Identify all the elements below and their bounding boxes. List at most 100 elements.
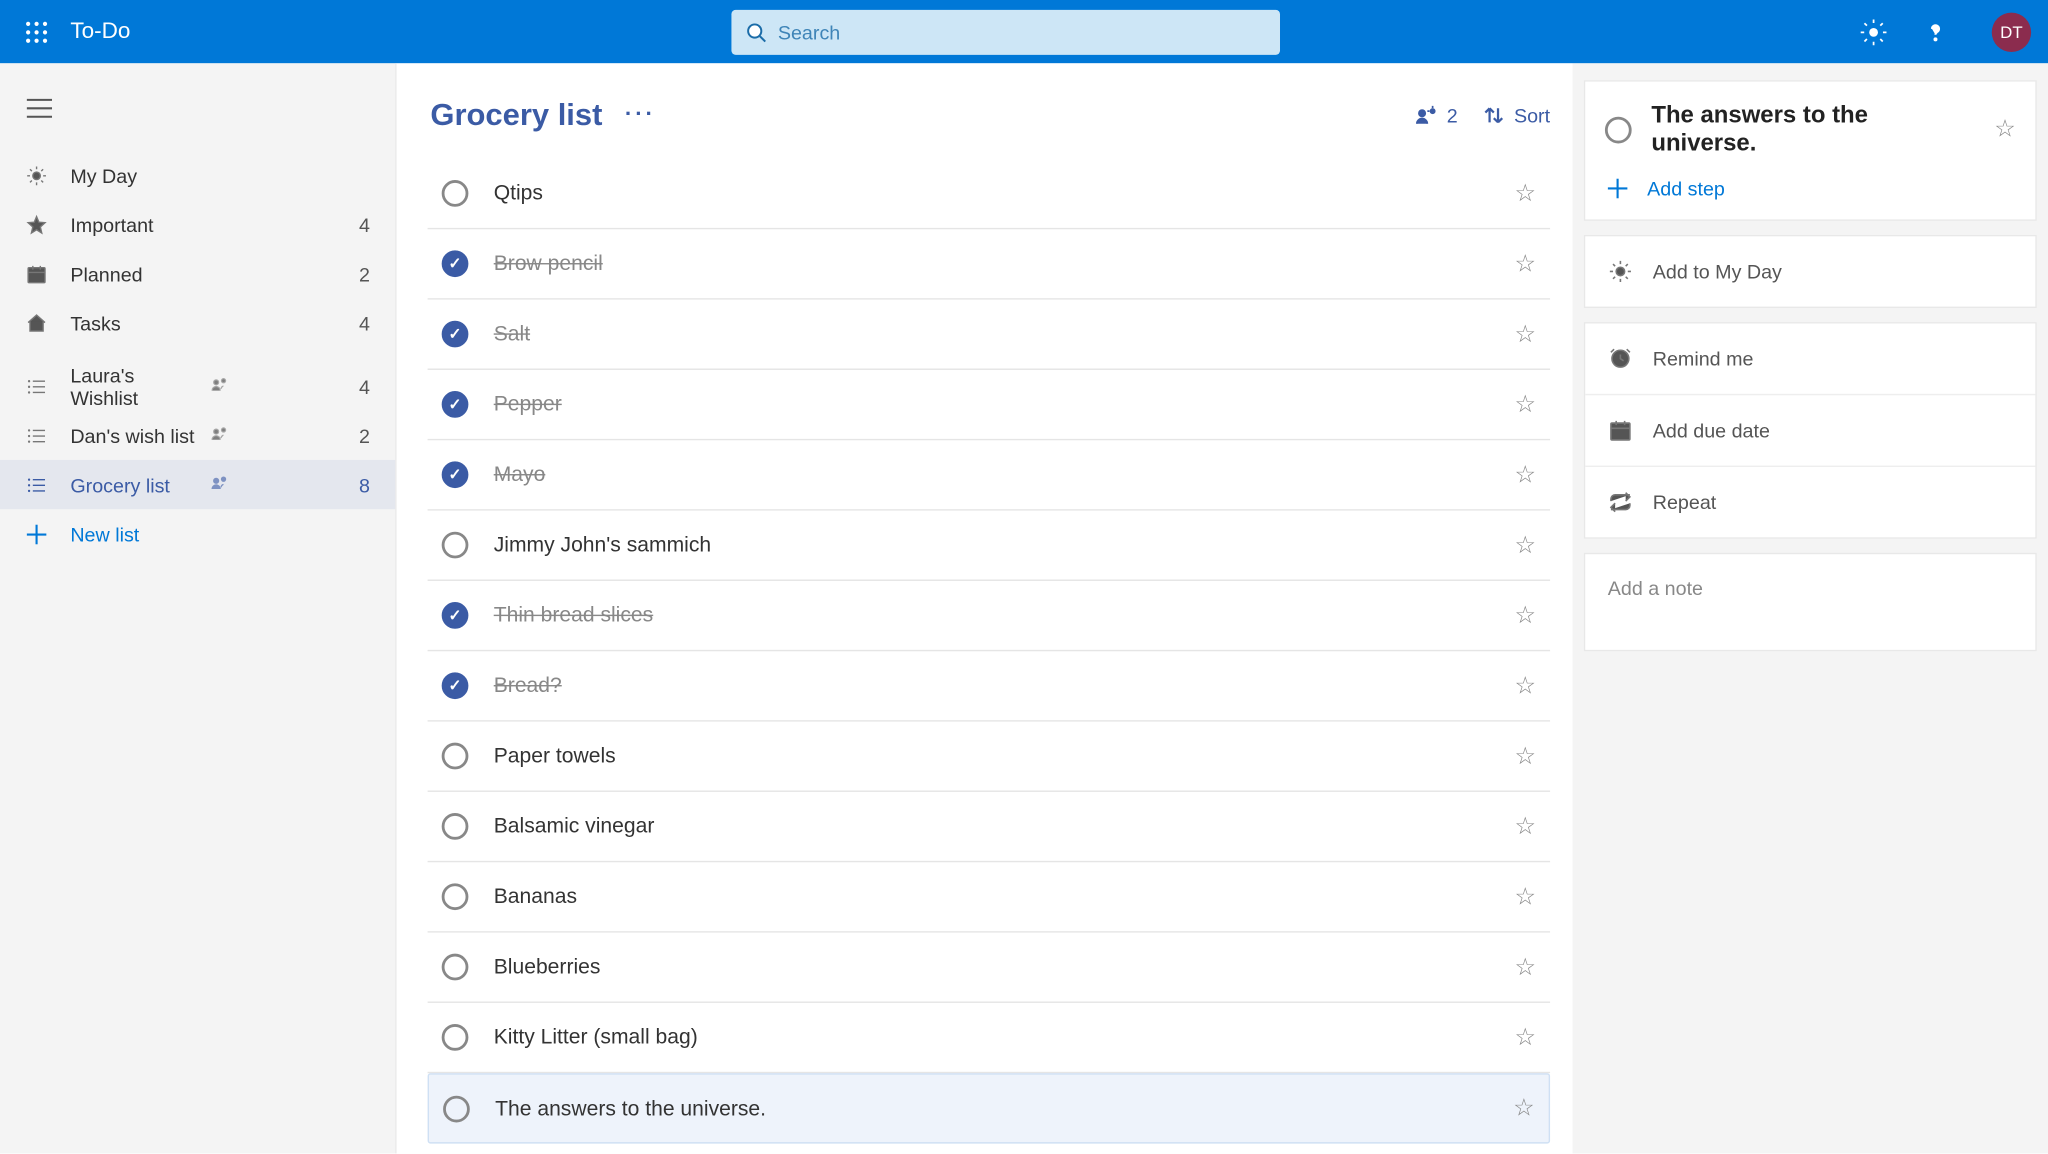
task-checkbox[interactable] — [442, 461, 469, 488]
task-checkbox[interactable] — [442, 391, 469, 418]
task-checkbox[interactable] — [442, 321, 469, 348]
task-star-button[interactable]: ☆ — [1515, 1023, 1536, 1051]
sidebar-smartlist-3[interactable]: Tasks4 — [0, 298, 395, 347]
new-list-label: New list — [70, 523, 372, 546]
task-row[interactable]: Balsamic vinegar☆ — [428, 792, 1550, 862]
sidebar-userlist-1[interactable]: Dan's wish list2 — [0, 411, 395, 460]
task-star-button[interactable]: ☆ — [1515, 531, 1536, 559]
list-title[interactable]: Grocery list — [430, 97, 602, 134]
settings-button[interactable] — [1857, 15, 1891, 49]
task-checkbox[interactable] — [442, 883, 469, 910]
task-checkbox[interactable] — [443, 1095, 470, 1122]
task-row[interactable]: Pepper☆ — [428, 370, 1550, 440]
nav-label: Planned — [70, 262, 359, 285]
sidebar-smartlist-0[interactable]: My Day — [0, 151, 395, 200]
task-row[interactable]: The answers to the universe.☆ — [428, 1073, 1550, 1143]
search-box[interactable] — [731, 9, 1280, 54]
nav-count: 4 — [359, 375, 370, 398]
task-star-button[interactable]: ☆ — [1515, 390, 1536, 418]
task-row[interactable]: Thin bread slices☆ — [428, 581, 1550, 651]
nav-count: 8 — [359, 473, 370, 496]
list-icon — [23, 421, 51, 449]
task-row[interactable]: Jimmy John's sammich☆ — [428, 511, 1550, 581]
list-options-button[interactable]: ··· — [625, 103, 656, 128]
task-row[interactable]: Kitty Litter (small bag)☆ — [428, 1003, 1550, 1073]
task-row[interactable]: Qtips☆ — [428, 159, 1550, 229]
task-checkbox[interactable] — [442, 250, 469, 277]
task-star-button[interactable]: ☆ — [1515, 461, 1536, 489]
task-row[interactable]: Bread?☆ — [428, 651, 1550, 721]
sort-button[interactable]: Sort — [1483, 104, 1550, 127]
task-row[interactable]: Paper towels☆ — [428, 722, 1550, 792]
task-title: Bananas — [494, 885, 1515, 909]
nav-label: Grocery list — [70, 473, 200, 496]
remind-button[interactable]: Remind me — [1585, 324, 2035, 396]
user-avatar[interactable]: DT — [1992, 12, 2031, 51]
repeat-label: Repeat — [1653, 491, 1717, 514]
details-complete-checkbox[interactable] — [1605, 116, 1632, 143]
add-step-label: Add step — [1647, 177, 1725, 200]
task-star-button[interactable]: ☆ — [1515, 179, 1536, 207]
task-checkbox[interactable] — [442, 1024, 469, 1051]
add-to-myday-button[interactable]: Add to My Day — [1584, 235, 2037, 308]
task-star-button[interactable]: ☆ — [1515, 320, 1536, 348]
task-row[interactable]: Blueberries☆ — [428, 933, 1550, 1003]
due-label: Add due date — [1653, 419, 1770, 442]
details-task-title[interactable]: The answers to the universe. — [1651, 101, 1974, 157]
task-checkbox[interactable] — [442, 672, 469, 699]
plus-icon — [23, 520, 51, 548]
share-button[interactable]: 2 — [1413, 103, 1458, 128]
sidebar-userlist-0[interactable]: Laura's Wishlist4 — [0, 361, 395, 410]
task-star-button[interactable]: ☆ — [1515, 883, 1536, 911]
sun-icon — [1608, 259, 1633, 284]
shared-icon — [209, 423, 229, 447]
schedule-card: Remind me Add due date Repeat — [1584, 322, 2037, 539]
task-star-button[interactable]: ☆ — [1513, 1094, 1534, 1122]
search-input[interactable] — [778, 20, 1266, 43]
task-checkbox[interactable] — [442, 602, 469, 629]
task-row[interactable]: Brow pencil☆ — [428, 229, 1550, 299]
task-star-button[interactable]: ☆ — [1515, 601, 1536, 629]
task-title: Kitty Litter (small bag) — [494, 1025, 1515, 1049]
sidebar-toggle[interactable] — [11, 80, 67, 136]
help-button[interactable] — [1919, 15, 1953, 49]
task-star-button[interactable]: ☆ — [1515, 953, 1536, 981]
app-header: To-Do DT — [0, 0, 2048, 63]
share-count: 2 — [1447, 104, 1458, 127]
details-panel: The answers to the universe. ☆ Add step … — [1573, 63, 2048, 1153]
task-title: Pepper — [494, 392, 1515, 416]
note-field[interactable]: Add a note — [1584, 553, 2037, 651]
task-title: Salt — [494, 322, 1515, 346]
sidebar-smartlist-1[interactable]: Important4 — [0, 200, 395, 249]
task-checkbox[interactable] — [442, 743, 469, 770]
task-row[interactable]: Mayo☆ — [428, 440, 1550, 510]
task-checkbox[interactable] — [442, 532, 469, 559]
nav-label: Tasks — [70, 312, 359, 335]
sidebar-userlist-2[interactable]: Grocery list 8 — [0, 460, 395, 509]
sidebar-smartlist-2[interactable]: Planned2 — [0, 249, 395, 298]
task-title: Qtips — [494, 181, 1515, 205]
app-launcher-icon[interactable] — [17, 12, 56, 51]
task-checkbox[interactable] — [442, 813, 469, 840]
add-step-button[interactable]: Add step — [1605, 177, 2016, 200]
sun-icon — [23, 161, 51, 189]
star-icon — [23, 210, 51, 238]
home-icon — [23, 309, 51, 337]
sort-label: Sort — [1514, 104, 1550, 127]
app-title: To-Do — [70, 19, 130, 44]
task-star-button[interactable]: ☆ — [1515, 672, 1536, 700]
task-checkbox[interactable] — [442, 954, 469, 981]
task-star-button[interactable]: ☆ — [1515, 742, 1536, 770]
task-checkbox[interactable] — [442, 180, 469, 207]
gear-icon — [1860, 18, 1888, 46]
task-row[interactable]: Salt☆ — [428, 300, 1550, 370]
new-list-button[interactable]: New list — [0, 509, 395, 558]
details-star-button[interactable]: ☆ — [1994, 115, 2015, 143]
task-title: Balsamic vinegar — [494, 814, 1515, 838]
repeat-button[interactable]: Repeat — [1585, 467, 2035, 537]
nav-count: 2 — [359, 424, 370, 447]
task-star-button[interactable]: ☆ — [1515, 250, 1536, 278]
task-star-button[interactable]: ☆ — [1515, 812, 1536, 840]
task-row[interactable]: Bananas☆ — [428, 862, 1550, 932]
due-date-button[interactable]: Add due date — [1585, 395, 2035, 467]
